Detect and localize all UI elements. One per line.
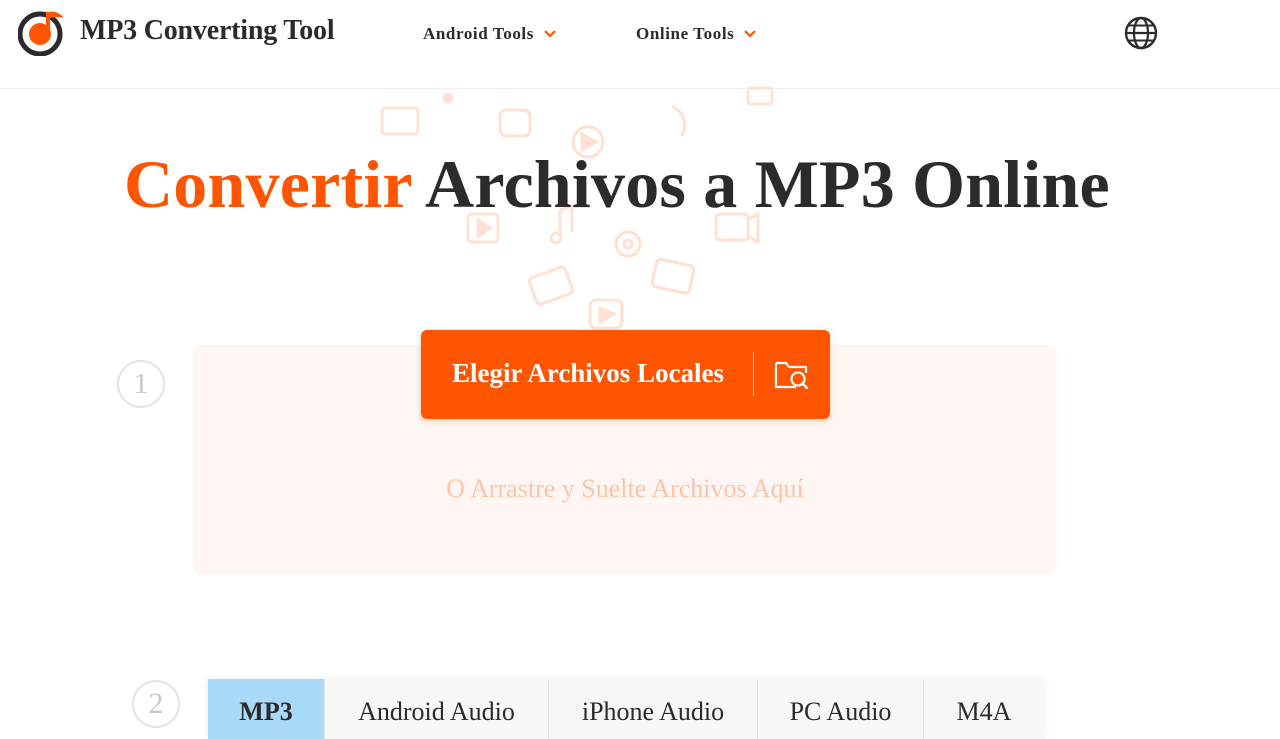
tab-iphone-audio[interactable]: iPhone Audio <box>549 679 758 739</box>
button-divider <box>753 352 754 396</box>
tab-android-audio[interactable]: Android Audio <box>325 679 549 739</box>
choose-local-files-button[interactable]: Elegir Archivos Locales <box>421 330 830 419</box>
choose-local-files-label: Elegir Archivos Locales <box>452 358 724 388</box>
globe-icon[interactable] <box>1124 16 1158 50</box>
tab-pc-audio[interactable]: PC Audio <box>758 679 924 739</box>
tab-m4a[interactable]: M4A <box>924 679 1044 739</box>
nav-android-tools-label: Android Tools <box>423 24 534 43</box>
nav-online-tools[interactable]: Online Tools <box>636 24 757 44</box>
nav-online-tools-label: Online Tools <box>636 24 735 43</box>
nav-android-tools[interactable]: Android Tools <box>423 24 556 44</box>
drop-hint-text: O Arrastre y Suelte Archivos Aquí <box>446 474 804 503</box>
step-number-1: 1 <box>117 360 165 408</box>
folder-search-icon <box>774 361 809 390</box>
format-tabs: MP3 Android Audio iPhone Audio PC Audio … <box>208 679 1044 739</box>
logo-music-icon[interactable] <box>18 6 68 56</box>
page-title-accent: Convertir <box>124 146 412 222</box>
brand-name[interactable]: MP3 Converting Tool <box>80 15 335 47</box>
tab-mp3[interactable]: MP3 <box>208 679 325 739</box>
step-number-2: 2 <box>132 680 180 728</box>
page-title: Convertir Archivos a MP3 Online <box>124 144 1110 224</box>
site-header: MP3 Converting Tool Android Tools Online… <box>0 0 1280 89</box>
chevron-down-icon <box>744 30 757 38</box>
chevron-down-icon <box>544 30 556 38</box>
page-title-rest: Archivos a MP3 Online <box>425 146 1110 222</box>
